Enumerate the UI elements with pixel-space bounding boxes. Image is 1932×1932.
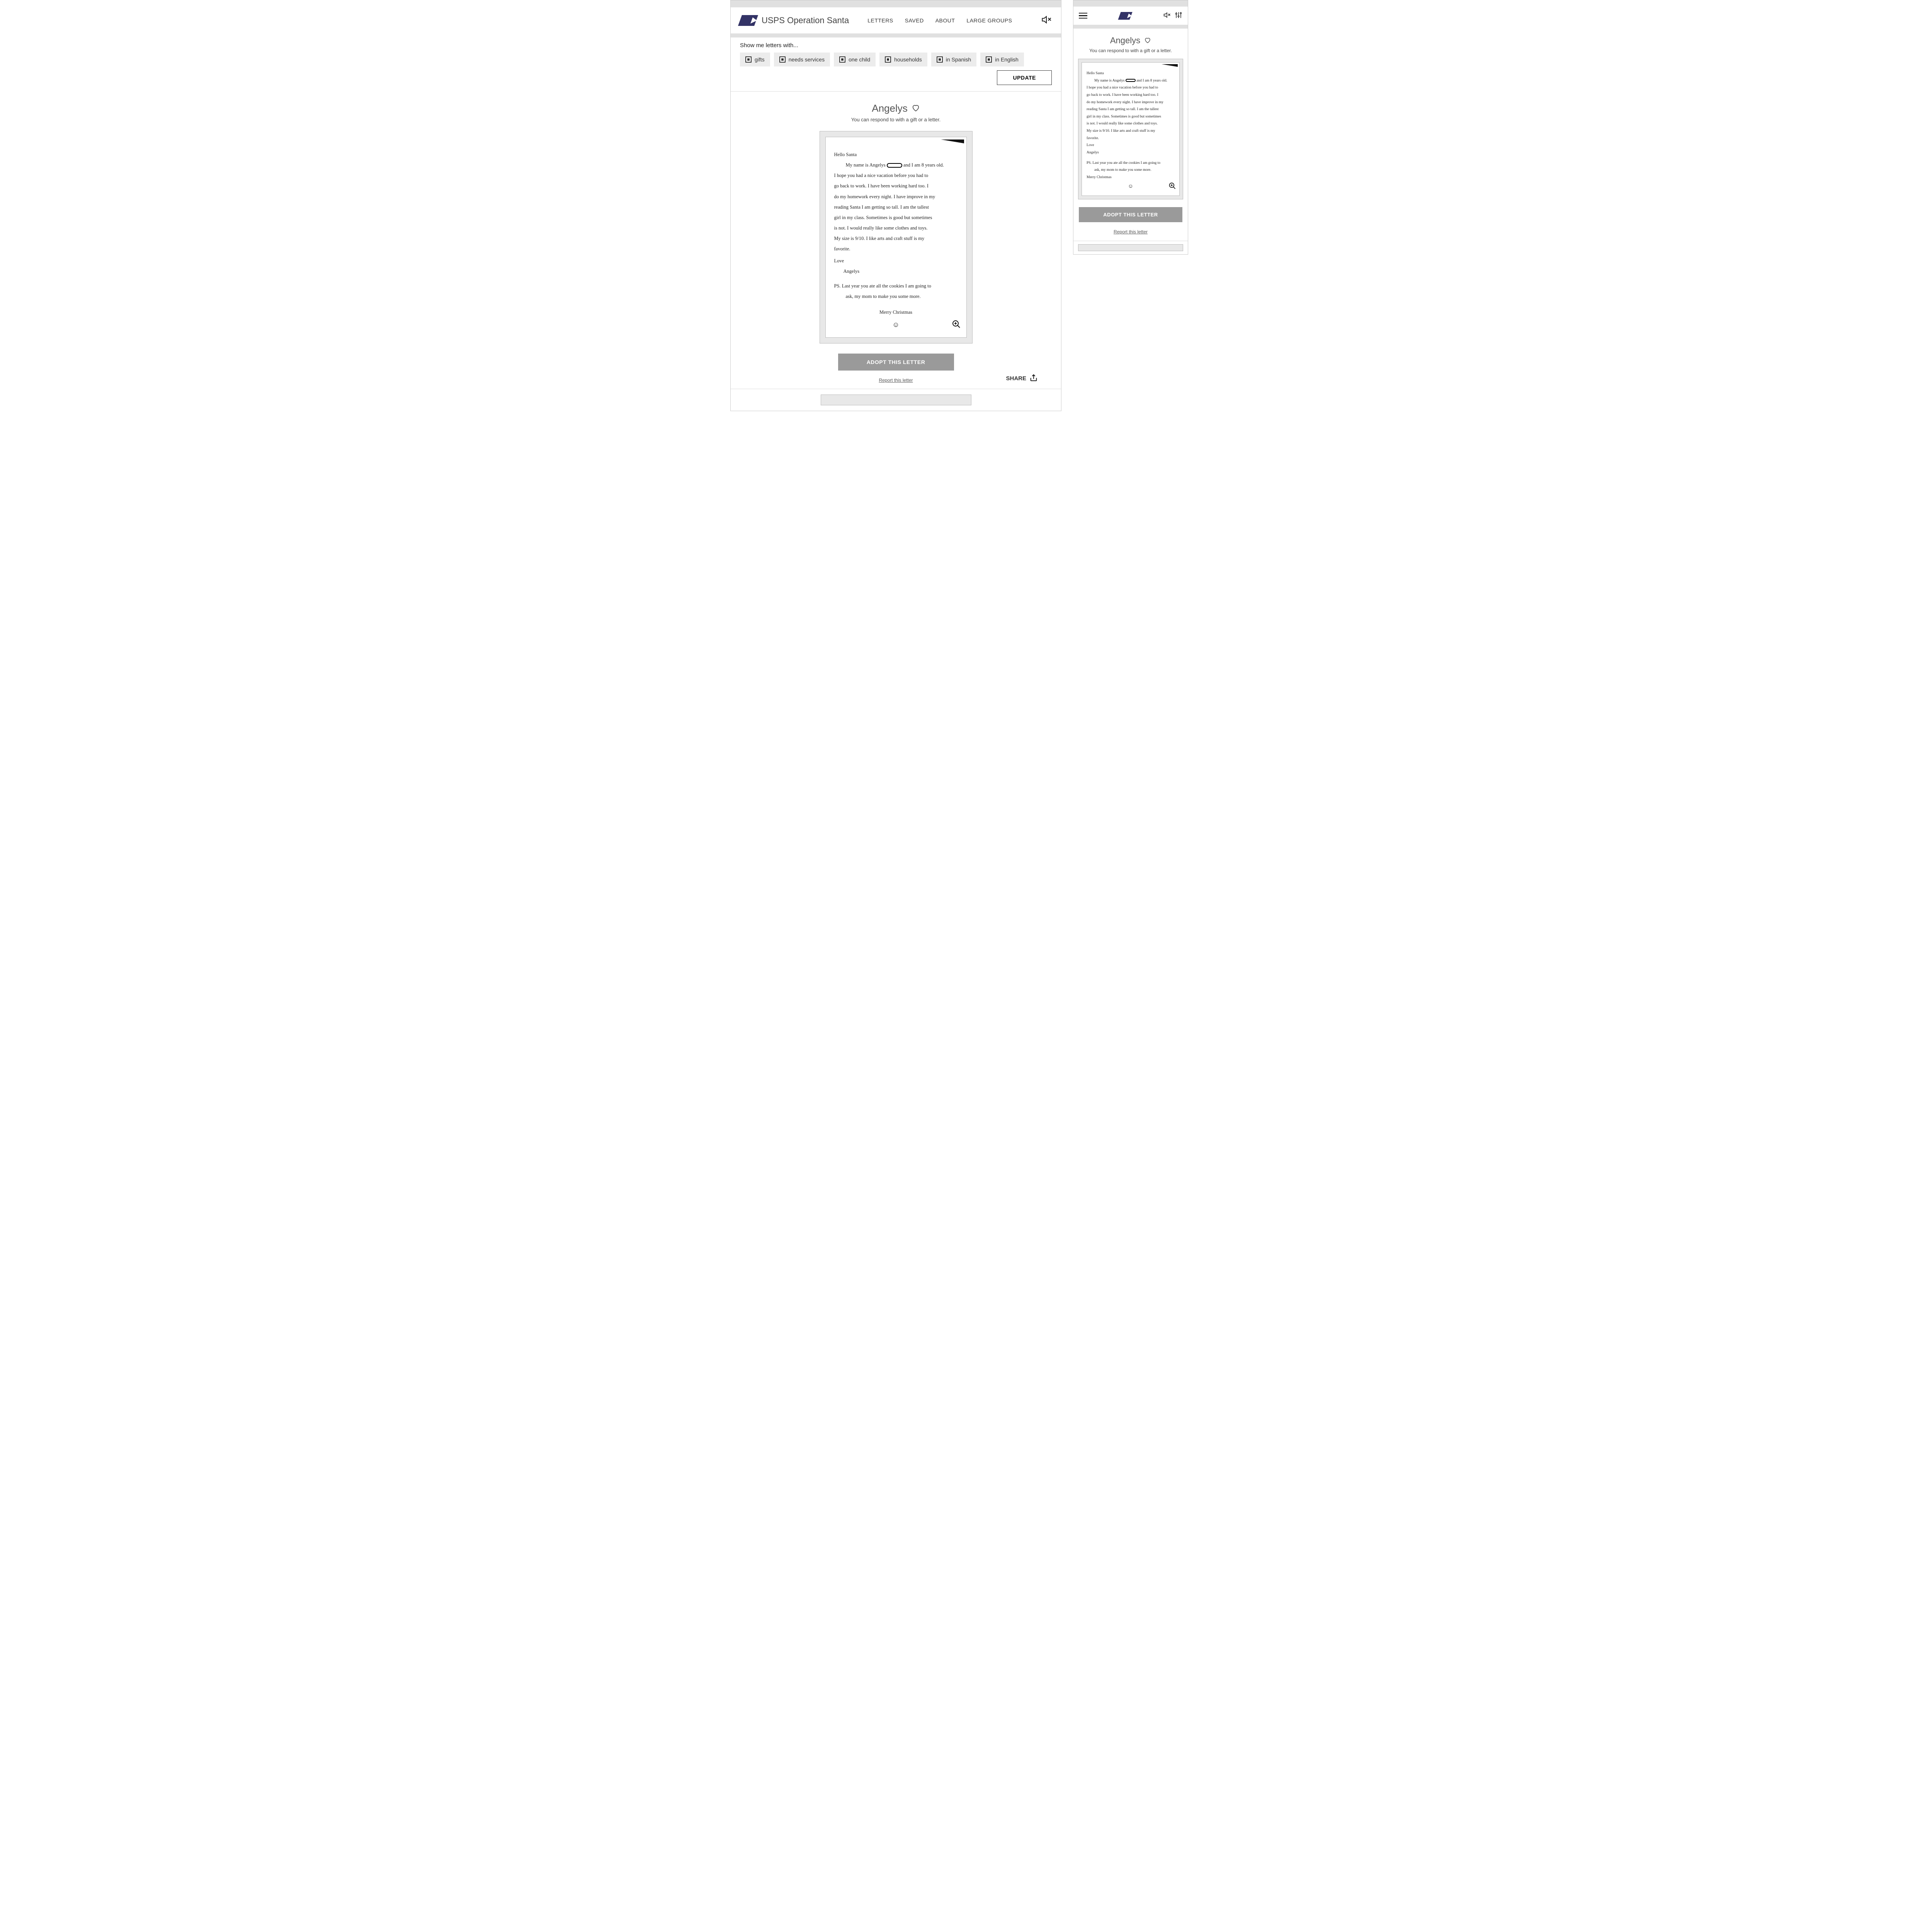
letter-subtitle: You can respond to with a gift or a lett…	[1077, 48, 1184, 53]
smiley-drawing: ☺	[1087, 182, 1175, 192]
share-label: SHARE	[1006, 375, 1026, 382]
letter-line: do my homework every night. I have impro…	[1087, 99, 1175, 106]
filter-chip-gifts[interactable]: gifts	[740, 53, 770, 66]
filter-chip-households[interactable]: households	[879, 53, 927, 66]
adopt-button[interactable]: ADOPT THIS LETTER	[838, 354, 954, 371]
letter-image[interactable]: Hello Santa My name is Angelys and I am …	[1082, 62, 1180, 196]
checkbox-icon	[937, 56, 943, 63]
redaction-block	[1126, 79, 1136, 82]
mobile-view: Angelys You can respond to with a gift o…	[1073, 0, 1188, 255]
window-chrome-top	[731, 0, 1061, 7]
mobile-header	[1073, 7, 1188, 25]
paper-fold-corner	[1162, 64, 1178, 67]
letter-merry: Merry Christmas	[1087, 174, 1175, 181]
mobile-divider-bar	[1073, 25, 1188, 29]
update-button[interactable]: UPDATE	[997, 70, 1052, 85]
mobile-window-chrome-top	[1073, 0, 1188, 7]
letter-line: girl in my class. Sometimes is good but …	[1087, 114, 1175, 120]
nav-letters[interactable]: LETTERS	[867, 17, 893, 24]
site-header: USPS Operation Santa LETTERS SAVED ABOUT…	[731, 7, 1061, 34]
letter-line: is not. I would really like some clothes…	[1087, 121, 1175, 127]
letter-sign-name: Angelys	[1087, 150, 1175, 156]
letter-greeting: Hello Santa	[1087, 70, 1175, 77]
carousel-next-frame[interactable]	[1078, 244, 1183, 251]
checkbox-icon	[885, 56, 891, 63]
mobile-letter-frame: Hello Santa My name is Angelys and I am …	[1078, 59, 1183, 199]
filter-bar: Show me letters with... gifts needs serv…	[731, 37, 1061, 92]
letter-title: Angelys	[872, 102, 908, 114]
zoom-in-icon[interactable]	[1168, 182, 1176, 192]
letter-ps2: ask, my mom to make you some more.	[834, 292, 958, 301]
letter-line: go back to work. I have been working har…	[1087, 92, 1175, 99]
checkbox-icon	[779, 56, 786, 63]
mobile-carousel-peek	[1073, 241, 1188, 254]
desktop-view: USPS Operation Santa LETTERS SAVED ABOUT…	[730, 0, 1061, 411]
letter-line: My name is Angelys and I am 8 years old.	[1087, 78, 1175, 84]
letter-line: I hope you had a nice vacation before yo…	[834, 171, 958, 180]
letter-title: Angelys	[1110, 36, 1140, 46]
letter-subtitle: You can respond to with a gift or a lett…	[735, 117, 1057, 122]
filter-chip-one-child[interactable]: one child	[834, 53, 876, 66]
letter-line: do my homework every night. I have impro…	[834, 192, 958, 201]
primary-nav: LETTERS SAVED ABOUT LARGE GROUPS	[867, 17, 1012, 24]
letter-line: favorite.	[834, 245, 958, 253]
filter-label: Show me letters with...	[740, 42, 1052, 49]
letter-line: My size is 9/10. I like arts and craft s…	[834, 234, 958, 243]
paper-fold-corner	[941, 139, 964, 143]
report-link[interactable]: Report this letter	[1077, 229, 1184, 235]
divider-bar	[731, 34, 1061, 37]
letter-image[interactable]: Hello Santa My name is Angelys and I am …	[825, 137, 967, 338]
nav-large-groups[interactable]: LARGE GROUPS	[966, 17, 1012, 24]
letter-line: is not. I would really like some clothes…	[834, 224, 958, 233]
filter-chip-needs-services[interactable]: needs services	[774, 53, 830, 66]
letter-sign-love: Love	[1087, 142, 1175, 149]
filter-chip-in-spanish[interactable]: in Spanish	[931, 53, 976, 66]
usps-eagle-logo	[1118, 12, 1132, 20]
sliders-icon[interactable]	[1175, 11, 1182, 20]
letter-line: I hope you had a nice vacation before yo…	[1087, 85, 1175, 91]
letter-sign-love: Love	[834, 257, 958, 265]
letter-line: reading Santa I am getting so tall. I am…	[1087, 106, 1175, 113]
letter-line: reading Santa I am getting so tall. I am…	[834, 203, 958, 212]
letter-line: girl in my class. Sometimes is good but …	[834, 213, 958, 222]
letter-greeting: Hello Santa	[834, 150, 958, 159]
checkbox-icon	[839, 56, 845, 63]
letter-detail-panel: Angelys You can respond to with a gift o…	[731, 92, 1061, 391]
usps-eagle-logo	[738, 15, 758, 26]
mute-icon[interactable]	[1163, 11, 1171, 20]
checkbox-icon	[986, 56, 992, 63]
redaction-block	[887, 163, 902, 168]
filter-chip-in-english[interactable]: in English	[980, 53, 1024, 66]
letter-line: favorite.	[1087, 135, 1175, 142]
hamburger-icon[interactable]	[1079, 13, 1087, 19]
mobile-letter-panel: Angelys You can respond to with a gift o…	[1073, 29, 1188, 241]
letter-merry: Merry Christmas	[834, 308, 958, 317]
letter-ps1: PS. Last year you ate all the cookies I …	[834, 282, 958, 291]
nav-about[interactable]: ABOUT	[935, 17, 955, 24]
carousel-peek	[731, 389, 1061, 411]
letter-ps1: PS. Last year you ate all the cookies I …	[1087, 160, 1175, 167]
letter-line: go back to work. I have been working har…	[834, 182, 958, 190]
letter-ps2: ask, my mom to make you some more.	[1087, 167, 1175, 173]
heart-icon[interactable]	[912, 104, 920, 113]
letter-sign-name: Angelys	[834, 267, 958, 276]
carousel-next-frame[interactable]	[821, 395, 971, 405]
share-icon[interactable]	[1029, 374, 1038, 383]
checkbox-icon	[745, 56, 752, 63]
letter-line: My size is 9/10. I like arts and craft s…	[1087, 128, 1175, 134]
letter-line: My name is Angelys and I am 8 years old.	[834, 161, 958, 170]
mute-icon[interactable]	[1041, 14, 1052, 26]
site-brand: USPS Operation Santa	[762, 15, 849, 26]
adopt-button[interactable]: ADOPT THIS LETTER	[1079, 207, 1182, 222]
zoom-in-icon[interactable]	[952, 320, 961, 332]
nav-saved[interactable]: SAVED	[905, 17, 924, 24]
letter-image-frame: Hello Santa My name is Angelys and I am …	[820, 131, 973, 344]
heart-icon[interactable]	[1144, 37, 1151, 45]
smiley-drawing: ☺	[834, 318, 958, 331]
